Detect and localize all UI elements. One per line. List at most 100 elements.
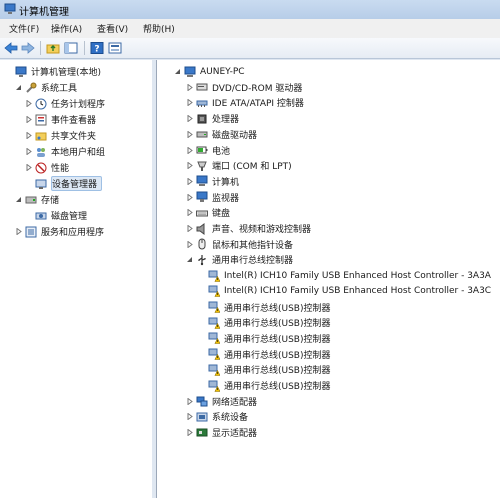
device-item-label: 声音、视频和游戏控制器: [212, 225, 312, 235]
menu-view[interactable]: 查看(V): [94, 22, 131, 35]
expand-arrow-icon[interactable]: [185, 394, 193, 409]
device-item-label: 处理器: [212, 115, 240, 126]
computer-management-icon: [4, 3, 16, 15]
device-item-item-5[interactable]: 电池: [185, 143, 230, 158]
display-adapter-icon: [195, 426, 208, 439]
help-icon[interactable]: ?: [89, 40, 105, 56]
device-item-label: 网络适配器: [212, 397, 258, 408]
device-item-usb[interactable]: 通用串行总线(USB)控制器: [197, 378, 331, 393]
device-item-usb[interactable]: 通用串行总线(USB)控制器: [197, 300, 331, 315]
sound-icon: [195, 222, 208, 235]
device-item-dvd-cd-rom[interactable]: DVD/CD-ROM 驱动器: [185, 80, 302, 95]
nav-item-label: 共享文件夹: [51, 132, 97, 142]
device-item-usb[interactable]: 通用串行总线(USB)控制器: [197, 347, 331, 362]
device-item-usb[interactable]: 通用串行总线(USB)控制器: [197, 331, 331, 346]
device-item-label: 通用串行总线(USB)控制器: [224, 319, 331, 330]
computer-management-icon: [14, 65, 27, 78]
device-item-item-23[interactable]: 显示适配器: [185, 425, 257, 440]
expand-arrow-icon[interactable]: [185, 158, 193, 173]
nav-item-item-0[interactable]: 计算机管理(本地): [4, 64, 101, 79]
device-item-item-21[interactable]: 网络适配器: [185, 394, 257, 409]
usb-icon: [195, 253, 208, 266]
device-item-usb[interactable]: 通用串行总线(USB)控制器: [197, 362, 331, 377]
expand-arrow-icon[interactable]: [185, 143, 193, 158]
expand-arrow-icon[interactable]: [14, 224, 22, 239]
nav-item-item-6[interactable]: 性能: [24, 160, 69, 175]
expand-arrow-icon[interactable]: [24, 128, 32, 143]
collapse-arrow-icon[interactable]: [14, 80, 22, 95]
expand-arrow-icon[interactable]: [24, 112, 32, 127]
navigation-tree-pane[interactable]: 计算机管理(本地) 系统工具任务计划程序事件查看器共享文件夹本地用户和组 性能 设备管…: [0, 60, 153, 498]
warning-device-icon: [207, 316, 220, 329]
properties-icon[interactable]: [107, 40, 123, 56]
nav-item-item-9[interactable]: 磁盘管理: [24, 208, 87, 223]
expand-arrow-icon[interactable]: [185, 95, 193, 110]
menu-file[interactable]: 文件(F): [6, 22, 42, 35]
device-item-intel-r-ich10-family-usb-enhanced-host-controller-3a3a[interactable]: Intel(R) ICH10 Family USB Enhanced Host …: [197, 268, 491, 283]
svg-text:?: ?: [94, 45, 99, 55]
expand-arrow-icon[interactable]: [185, 425, 193, 440]
nav-item-item-3[interactable]: 事件查看器: [24, 112, 96, 127]
warning-device-icon: [207, 332, 220, 345]
device-item-item-4[interactable]: 磁盘驱动器: [185, 127, 257, 142]
collapse-arrow-icon[interactable]: [185, 252, 193, 267]
expand-arrow-icon[interactable]: [185, 205, 193, 220]
device-item-item-7[interactable]: 计算机: [185, 174, 239, 189]
device-item-auney-pc[interactable]: AUNEY-PC: [173, 64, 245, 79]
toolbar: ?: [0, 38, 500, 59]
monitor-icon: [195, 191, 208, 204]
network-adapter-icon: [195, 395, 208, 408]
nav-item-item-1[interactable]: 系统工具: [14, 80, 77, 95]
port-icon: [195, 159, 208, 172]
expand-arrow-icon[interactable]: [185, 221, 193, 236]
forward-icon[interactable]: [20, 40, 36, 56]
nav-item-item-2[interactable]: 任务计划程序: [24, 96, 105, 111]
expand-arrow-icon[interactable]: [185, 127, 193, 142]
device-item-label: 键盘: [212, 209, 231, 220]
expand-arrow-icon[interactable]: [24, 144, 32, 159]
device-item-item-10[interactable]: 声音、视频和游戏控制器: [185, 221, 311, 236]
device-item-item-11[interactable]: 鼠标和其他指针设备: [185, 237, 293, 252]
nav-item-label: 任务计划程序: [51, 100, 106, 110]
device-item-label: 显示适配器: [212, 429, 258, 440]
expand-arrow-icon[interactable]: [24, 96, 32, 111]
expand-arrow-icon[interactable]: [185, 190, 193, 205]
expand-arrow-icon[interactable]: [185, 409, 193, 424]
device-item-item-12[interactable]: 通用串行总线控制器: [185, 252, 293, 267]
collapse-arrow-icon[interactable]: [14, 192, 22, 207]
device-item-item-22[interactable]: 系统设备: [185, 409, 248, 424]
nav-item-item-4[interactable]: 共享文件夹: [24, 128, 96, 143]
expand-arrow-icon[interactable]: [185, 111, 193, 126]
expand-arrow-icon[interactable]: [24, 160, 32, 175]
show-pane-icon[interactable]: [63, 40, 79, 56]
device-item-com-lpt[interactable]: 端口 (COM 和 LPT): [185, 158, 292, 173]
menu-help[interactable]: 帮助(H): [140, 22, 178, 35]
menu-action[interactable]: 操作(A): [48, 22, 85, 35]
device-item-intel-r-ich10-family-usb-enhanced-host-controller-3a3c[interactable]: Intel(R) ICH10 Family USB Enhanced Host …: [197, 284, 491, 299]
device-item-ide-ata-atapi[interactable]: IDE ATA/ATAPI 控制器: [185, 95, 304, 110]
nav-item-item-8[interactable]: 存储: [14, 192, 59, 207]
device-item-item-9[interactable]: 键盘: [185, 205, 230, 220]
device-item-label: 监视器: [212, 193, 240, 204]
nav-item-item-7[interactable]: 设备管理器: [24, 176, 103, 191]
back-icon[interactable]: [3, 40, 19, 56]
ide-controller-icon: [195, 96, 208, 109]
device-item-item-8[interactable]: 监视器: [185, 190, 239, 205]
expand-arrow-icon[interactable]: [185, 80, 193, 95]
device-item-usb[interactable]: 通用串行总线(USB)控制器: [197, 315, 331, 330]
device-tree-pane[interactable]: AUNEY-PC DVD/CD-ROM 驱动器 IDE ATA/ATAPI 控制器处…: [156, 60, 500, 498]
menu-bar: 文件(F) 操作(A) 查看(V) 帮助(H): [0, 19, 500, 39]
battery-icon: [195, 144, 208, 157]
device-item-item-3[interactable]: 处理器: [185, 111, 239, 126]
device-item-label: 通用串行总线(USB)控制器: [224, 303, 331, 314]
up-folder-icon[interactable]: [45, 40, 61, 56]
collapse-arrow-icon[interactable]: [173, 64, 181, 79]
expand-arrow-icon[interactable]: [185, 174, 193, 189]
expand-arrow-icon[interactable]: [185, 237, 193, 252]
device-item-label: 电池: [212, 146, 231, 157]
nav-item-item-5[interactable]: 本地用户和组: [24, 144, 105, 159]
nav-item-item-10[interactable]: 服务和应用程序: [14, 224, 104, 239]
